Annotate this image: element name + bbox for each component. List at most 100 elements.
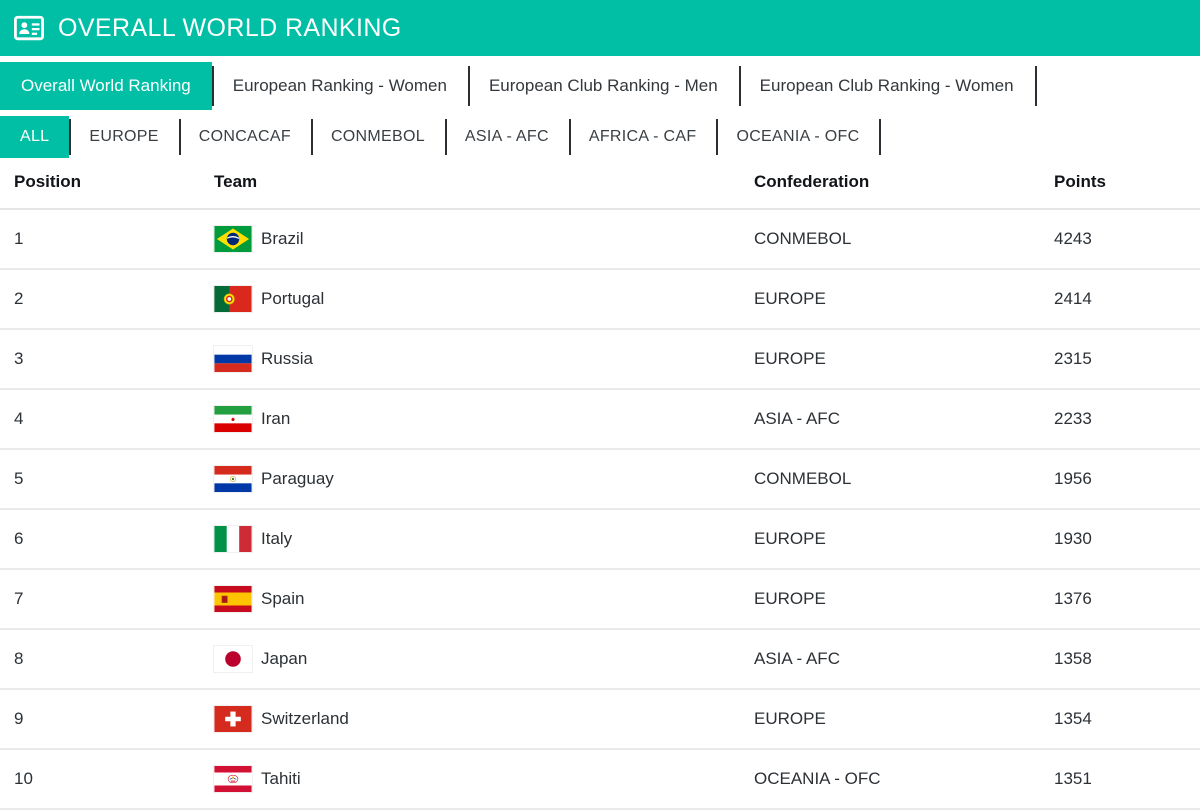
filterbar-end-divider — [879, 119, 881, 155]
cell-points: 1376 — [1054, 569, 1200, 629]
cell-team: Portugal — [214, 269, 754, 329]
filter-concacaf[interactable]: CONCACAF — [179, 116, 311, 158]
flag-paraguay-icon — [214, 466, 252, 492]
cell-position: 5 — [0, 449, 214, 509]
cell-confederation: EUROPE — [754, 569, 1054, 629]
cell-team: Spain — [214, 569, 754, 629]
cell-points: 4243 — [1054, 209, 1200, 269]
tab-label: European Ranking - Women — [233, 76, 447, 96]
cell-position: 8 — [0, 629, 214, 689]
flag-russia-icon — [214, 346, 252, 372]
table-row[interactable]: 2 Portugal EUROPE 2414 — [0, 269, 1200, 329]
table-body: 1 Brazil CONMEBOL 4243 2 — [0, 209, 1200, 809]
cell-position: 10 — [0, 749, 214, 809]
cell-points: 1930 — [1054, 509, 1200, 569]
tab-european-club-ranking-women[interactable]: European Club Ranking - Women — [739, 62, 1035, 110]
team-name: Tahiti — [261, 769, 301, 789]
column-header-confederation: Confederation — [754, 168, 1054, 209]
ranking-tabbar: Overall World Ranking European Ranking -… — [0, 62, 1200, 110]
table-row[interactable]: 10 Tahiti OCEANIA - OFC 1351 — [0, 749, 1200, 809]
table-row[interactable]: 4 Iran ASIA - AFC 2233 — [0, 389, 1200, 449]
filter-label: ASIA - AFC — [465, 128, 549, 146]
cell-points: 1956 — [1054, 449, 1200, 509]
flag-switzerland-icon — [214, 706, 252, 732]
cell-team: Brazil — [214, 209, 754, 269]
tab-label: Overall World Ranking — [21, 76, 191, 96]
team-name: Paraguay — [261, 469, 334, 489]
column-header-position: Position — [0, 168, 214, 209]
cell-confederation: ASIA - AFC — [754, 389, 1054, 449]
page-title: OVERALL WORLD RANKING — [58, 16, 402, 41]
table-head: Position Team Confederation Points — [0, 168, 1200, 209]
team-name: Switzerland — [261, 709, 349, 729]
column-header-team: Team — [214, 168, 754, 209]
cell-team: Iran — [214, 389, 754, 449]
flag-iran-icon — [214, 406, 252, 432]
filter-label: OCEANIA - OFC — [736, 128, 859, 146]
cell-confederation: CONMEBOL — [754, 209, 1054, 269]
filter-label: ALL — [20, 128, 49, 146]
table-row[interactable]: 8 Japan ASIA - AFC 1358 — [0, 629, 1200, 689]
tab-european-club-ranking-men[interactable]: European Club Ranking - Men — [468, 62, 739, 110]
team-name: Spain — [261, 589, 304, 609]
cell-points: 1351 — [1054, 749, 1200, 809]
filter-conmebol[interactable]: CONMEBOL — [311, 116, 445, 158]
cell-confederation: EUROPE — [754, 509, 1054, 569]
cell-position: 6 — [0, 509, 214, 569]
cell-team: Japan — [214, 629, 754, 689]
team-name: Portugal — [261, 289, 324, 309]
filter-label: CONCACAF — [199, 128, 291, 146]
tab-european-ranking-women[interactable]: European Ranking - Women — [212, 62, 468, 110]
column-header-points: Points — [1054, 168, 1200, 209]
table-row[interactable]: 9 Switzerland EUROPE 1354 — [0, 689, 1200, 749]
tab-overall-world-ranking[interactable]: Overall World Ranking — [0, 62, 212, 110]
cell-position: 1 — [0, 209, 214, 269]
cell-team: Italy — [214, 509, 754, 569]
team-name: Japan — [261, 649, 307, 669]
cell-confederation: CONMEBOL — [754, 449, 1054, 509]
cell-position: 4 — [0, 389, 214, 449]
filter-oceania-ofc[interactable]: OCEANIA - OFC — [716, 116, 879, 158]
team-name: Italy — [261, 529, 292, 549]
flag-japan-icon — [214, 646, 252, 672]
filter-label: CONMEBOL — [331, 128, 425, 146]
filter-africa-caf[interactable]: AFRICA - CAF — [569, 116, 717, 158]
cell-position: 3 — [0, 329, 214, 389]
team-name: Russia — [261, 349, 313, 369]
table-row[interactable]: 5 Paraguay CONMEBOL 1956 — [0, 449, 1200, 509]
page-header: OVERALL WORLD RANKING — [0, 0, 1200, 56]
team-name: Iran — [261, 409, 290, 429]
filter-label: AFRICA - CAF — [589, 128, 697, 146]
table-row[interactable]: 1 Brazil CONMEBOL 4243 — [0, 209, 1200, 269]
tabbar-end-divider — [1035, 66, 1037, 106]
confederation-filterbar: ALL EUROPE CONCACAF CONMEBOL ASIA - AFC … — [0, 116, 1200, 158]
cell-confederation: ASIA - AFC — [754, 629, 1054, 689]
cell-position: 7 — [0, 569, 214, 629]
cell-team: Tahiti — [214, 749, 754, 809]
cell-position: 9 — [0, 689, 214, 749]
cell-points: 1358 — [1054, 629, 1200, 689]
table-header-row: Position Team Confederation Points — [0, 168, 1200, 209]
cell-confederation: EUROPE — [754, 269, 1054, 329]
table-row[interactable]: 6 Italy EUROPE 1930 — [0, 509, 1200, 569]
cell-points: 2414 — [1054, 269, 1200, 329]
cell-points: 1354 — [1054, 689, 1200, 749]
filter-all[interactable]: ALL — [0, 116, 69, 158]
ranking-table: Position Team Confederation Points 1 Bra… — [0, 168, 1200, 810]
cell-confederation: OCEANIA - OFC — [754, 749, 1054, 809]
table-row[interactable]: 7 Spain EUROPE 1376 — [0, 569, 1200, 629]
cell-confederation: EUROPE — [754, 689, 1054, 749]
table-row[interactable]: 3 Russia EUROPE 2315 — [0, 329, 1200, 389]
cell-team: Russia — [214, 329, 754, 389]
cell-team: Switzerland — [214, 689, 754, 749]
cell-position: 2 — [0, 269, 214, 329]
cell-confederation: EUROPE — [754, 329, 1054, 389]
flag-tahiti-icon — [214, 766, 252, 792]
cell-points: 2233 — [1054, 389, 1200, 449]
tab-label: European Club Ranking - Men — [489, 76, 718, 96]
team-name: Brazil — [261, 229, 304, 249]
tab-label: European Club Ranking - Women — [760, 76, 1014, 96]
filter-europe[interactable]: EUROPE — [69, 116, 178, 158]
flag-brazil-icon — [214, 226, 252, 252]
filter-asia-afc[interactable]: ASIA - AFC — [445, 116, 569, 158]
